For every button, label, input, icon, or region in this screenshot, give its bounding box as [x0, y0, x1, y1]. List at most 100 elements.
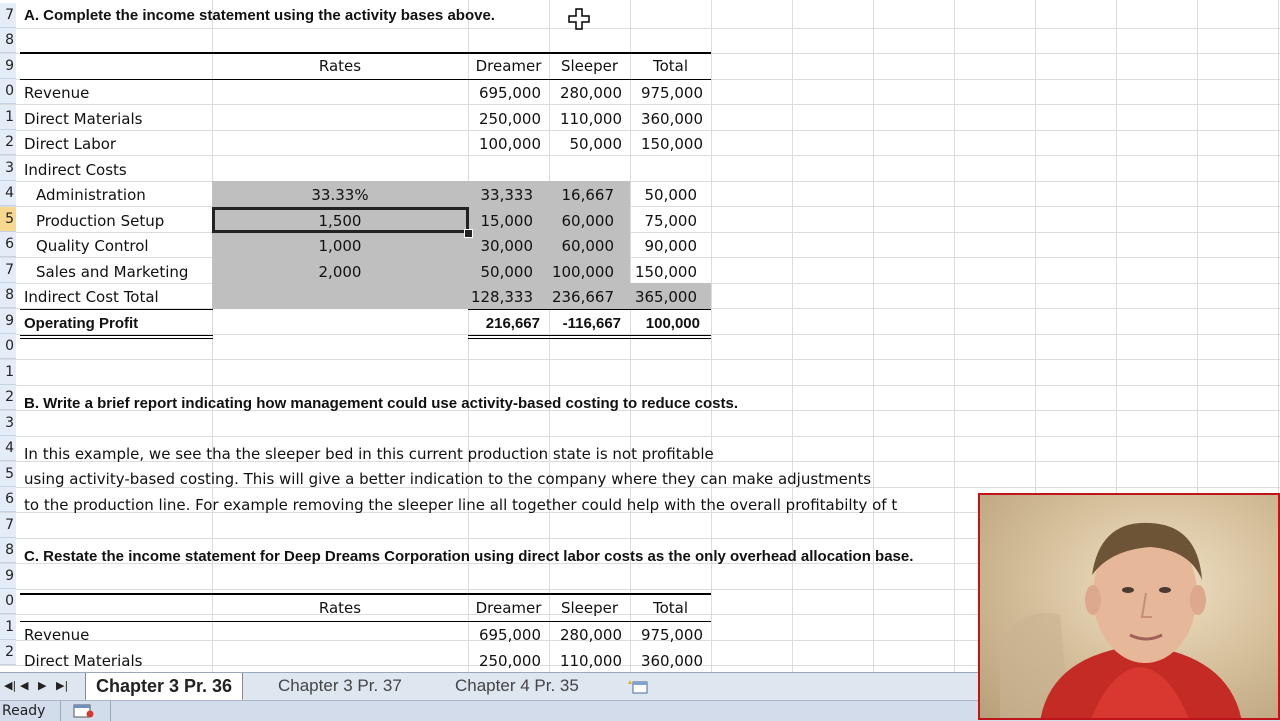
header-sleeper[interactable]: Sleeper [549, 596, 630, 621]
row-header[interactable]: 6 [0, 232, 16, 257]
macro-record-icon[interactable] [72, 703, 96, 719]
cell-sleeper[interactable]: 280,000 [549, 81, 622, 106]
cell-dreamer[interactable]: 50,000 [468, 260, 534, 285]
cell-dreamer[interactable]: 128,333 [468, 285, 533, 310]
row-header[interactable]: 4 [0, 181, 16, 206]
row-header[interactable]: 6 [0, 487, 16, 512]
cell-rate[interactable]: 2,000 [212, 260, 468, 285]
row-label-direct-labor[interactable]: Direct Labor [24, 132, 116, 157]
report-line[interactable]: In this example, we see tha the sleeper … [24, 442, 714, 467]
fill-handle[interactable] [464, 229, 473, 238]
header-dreamer[interactable]: Dreamer [468, 596, 549, 621]
section-b-title[interactable]: B. Write a brief report indicating how m… [24, 391, 738, 416]
cell-dreamer[interactable]: 33,333 [468, 183, 534, 208]
cell-dreamer[interactable]: 250,000 [468, 649, 541, 672]
row-header[interactable]: 3 [0, 156, 16, 181]
row-header[interactable]: 0 [0, 79, 16, 104]
cell-sleeper[interactable]: 50,000 [549, 132, 623, 157]
header-dreamer[interactable]: Dreamer [468, 54, 549, 79]
row-header[interactable]: 9 [0, 309, 16, 334]
row-label-sales-marketing[interactable]: Sales and Marketing [36, 260, 188, 285]
cell-sleeper[interactable]: 100,000 [549, 260, 614, 285]
prev-sheet-icon[interactable]: ◀ [20, 679, 28, 692]
row-header[interactable]: 7 [0, 3, 16, 28]
cell-total[interactable]: 50,000 [630, 183, 698, 208]
row-header[interactable]: 5 [0, 462, 16, 487]
row-header[interactable]: 8 [0, 538, 16, 563]
row-label-production-setup[interactable]: Production Setup [36, 209, 164, 234]
row-header[interactable]: 1 [0, 360, 16, 385]
tab-chapter-3-pr-37[interactable]: Chapter 3 Pr. 37 [268, 673, 412, 699]
cell-dreamer[interactable]: 695,000 [468, 81, 541, 106]
cell-total[interactable]: 975,000 [630, 623, 703, 648]
row-label-indirect-costs[interactable]: Indirect Costs [24, 158, 127, 183]
cell-sleeper[interactable]: -116,667 [549, 311, 621, 336]
cell-rate[interactable]: 33.33% [212, 183, 468, 208]
cell-sleeper[interactable]: 60,000 [549, 234, 615, 259]
header-total[interactable]: Total [630, 54, 711, 79]
section-a-title[interactable]: A. Complete the income statement using t… [24, 3, 495, 28]
header-rates[interactable]: Rates [212, 54, 468, 79]
cell-sleeper[interactable]: 236,667 [549, 285, 614, 310]
row-header[interactable]: 0 [0, 589, 16, 614]
row-label-revenue[interactable]: Revenue [24, 81, 89, 106]
row-header[interactable]: 3 [0, 411, 16, 436]
row-label-indirect-cost-total[interactable]: Indirect Cost Total [24, 285, 159, 310]
tab-chapter-4-pr-35[interactable]: Chapter 4 Pr. 35 [445, 673, 589, 699]
cell-total[interactable]: 75,000 [630, 209, 698, 234]
cell-sleeper[interactable]: 280,000 [549, 623, 622, 648]
row-header-selected[interactable]: 5 [0, 207, 16, 232]
cell-sleeper[interactable]: 16,667 [549, 183, 615, 208]
row-header[interactable]: 1 [0, 615, 16, 640]
header-rates[interactable]: Rates [212, 596, 468, 621]
cell-sleeper[interactable]: 110,000 [549, 107, 622, 132]
row-label-administration[interactable]: Administration [36, 183, 146, 208]
row-header[interactable]: 1 [0, 105, 16, 130]
cell-total[interactable]: 150,000 [630, 132, 703, 157]
cell-total[interactable]: 90,000 [630, 234, 698, 259]
cell-total[interactable]: 360,000 [630, 649, 703, 672]
row-header[interactable]: 2 [0, 640, 16, 665]
report-line[interactable]: using activity-based costing. This will … [24, 467, 871, 492]
row-label-direct-materials[interactable]: Direct Materials [24, 107, 142, 132]
cell-total[interactable]: 100,000 [630, 311, 700, 336]
first-sheet-icon[interactable]: ◀| [4, 679, 16, 692]
report-line[interactable]: to the production line. For example remo… [24, 493, 897, 518]
cell-rate[interactable]: 1,000 [212, 234, 468, 259]
row-label-operating-profit[interactable]: Operating Profit [24, 311, 138, 336]
cell-dreamer[interactable]: 30,000 [468, 234, 534, 259]
last-sheet-icon[interactable]: ▶| [56, 679, 68, 692]
cell-total[interactable]: 975,000 [630, 81, 703, 106]
active-cell-selection[interactable] [212, 207, 469, 233]
tab-chapter-3-pr-36[interactable]: Chapter 3 Pr. 36 [85, 673, 244, 701]
row-header[interactable]: 2 [0, 130, 16, 155]
cell-dreamer[interactable]: 100,000 [468, 132, 541, 157]
row-header[interactable]: 0 [0, 334, 16, 359]
cell-total[interactable]: 150,000 [630, 260, 697, 285]
cell-sleeper[interactable]: 60,000 [549, 209, 615, 234]
section-c-title[interactable]: C. Restate the income statement for Deep… [24, 544, 913, 569]
cell-dreamer[interactable]: 250,000 [468, 107, 541, 132]
row-header[interactable]: 8 [0, 28, 16, 53]
insert-sheet-icon[interactable] [627, 678, 651, 696]
row-header[interactable]: 9 [0, 564, 16, 589]
row-header[interactable]: 4 [0, 436, 16, 461]
status-ready: Ready [2, 703, 46, 719]
row-header[interactable]: 8 [0, 283, 16, 308]
row-header[interactable]: 2 [0, 385, 16, 410]
row-header[interactable]: 7 [0, 258, 16, 283]
cell-sleeper[interactable]: 110,000 [549, 649, 622, 672]
header-sleeper[interactable]: Sleeper [549, 54, 630, 79]
row-label-quality-control[interactable]: Quality Control [36, 234, 149, 259]
row-header[interactable]: 7 [0, 513, 16, 538]
cell-total[interactable]: 360,000 [630, 107, 703, 132]
cell-dreamer[interactable]: 695,000 [468, 623, 541, 648]
next-sheet-icon[interactable]: ▶ [38, 679, 46, 692]
cell-dreamer[interactable]: 15,000 [468, 209, 534, 234]
cell-total[interactable]: 365,000 [630, 285, 697, 310]
row-header[interactable]: 9 [0, 54, 16, 79]
row-label-revenue[interactable]: Revenue [24, 623, 89, 648]
row-label-direct-materials[interactable]: Direct Materials [24, 649, 142, 672]
cell-dreamer[interactable]: 216,667 [468, 311, 540, 336]
header-total[interactable]: Total [630, 596, 711, 621]
